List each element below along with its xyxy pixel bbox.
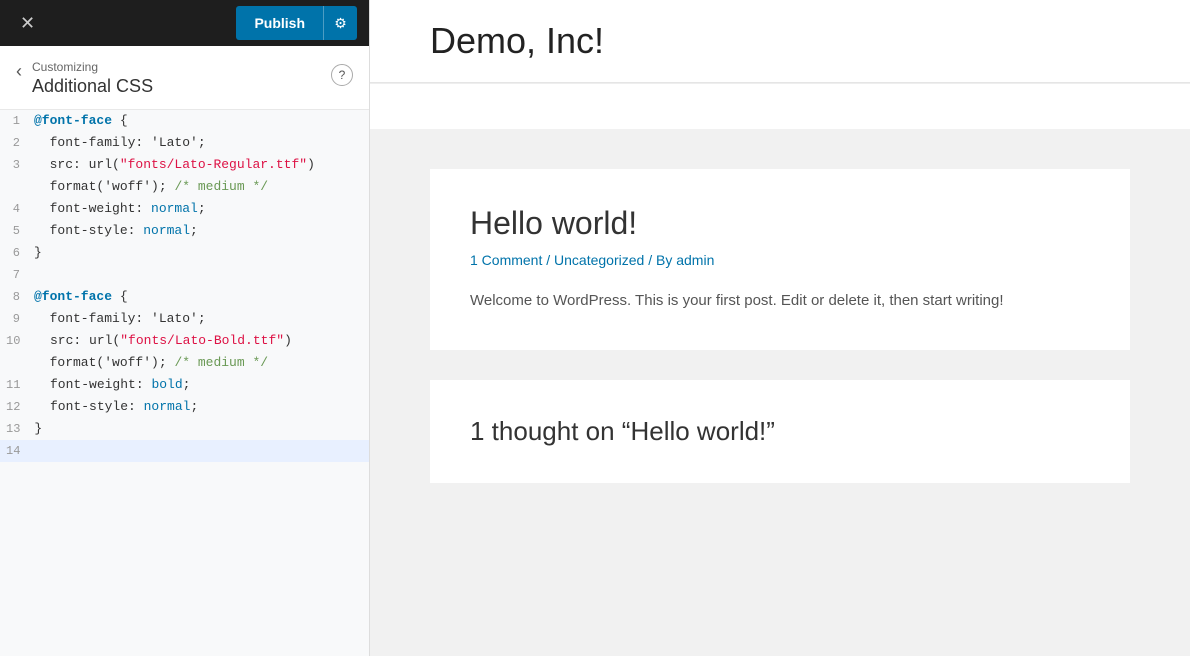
- close-button[interactable]: ✕: [12, 10, 43, 36]
- customizing-label: Customizing: [32, 60, 153, 74]
- code-line: 6 }: [0, 242, 369, 264]
- left-panel: ✕ Publish ⚙ ‹ Customizing Additional CSS…: [0, 0, 370, 656]
- code-line: format('woff'); /* medium */: [0, 352, 369, 374]
- preview-panel: Demo, Inc! Hello world! 1 Comment / Unca…: [370, 0, 1190, 656]
- code-line: 9 font-family: 'Lato';: [0, 308, 369, 330]
- code-line: 5 font-style: normal;: [0, 220, 369, 242]
- post-meta-sep1: /: [542, 252, 554, 268]
- code-line: 13 }: [0, 418, 369, 440]
- code-line: 4 font-weight: normal;: [0, 198, 369, 220]
- code-line-cursor[interactable]: 14: [0, 440, 369, 462]
- site-title: Demo, Inc!: [430, 20, 1130, 62]
- code-line: 8 @font-face {: [0, 286, 369, 308]
- post-meta-sep2: / By: [644, 252, 676, 268]
- post-excerpt: Welcome to WordPress. This is your first…: [470, 288, 1090, 314]
- post-meta-author[interactable]: admin: [676, 252, 714, 268]
- site-header: Demo, Inc!: [370, 0, 1190, 83]
- code-line: 7: [0, 264, 369, 286]
- post-meta-category[interactable]: Uncategorized: [554, 252, 644, 268]
- code-line: format('woff'); /* medium */: [0, 176, 369, 198]
- content-area: Hello world! 1 Comment / Uncategorized /…: [370, 129, 1190, 523]
- code-line: 10 src: url("fonts/Lato-Bold.ttf"): [0, 330, 369, 352]
- header-text: Customizing Additional CSS: [32, 60, 153, 97]
- publish-settings-button[interactable]: ⚙: [323, 6, 357, 40]
- comments-section: 1 thought on “Hello world!”: [430, 380, 1130, 483]
- publish-button[interactable]: Publish: [236, 6, 323, 40]
- code-line: 12 font-style: normal;: [0, 396, 369, 418]
- code-line: 2 font-family: 'Lato';: [0, 132, 369, 154]
- code-editor[interactable]: 1 @font-face { 2 font-family: 'Lato'; 3 …: [0, 110, 369, 656]
- post-meta-comments[interactable]: 1 Comment: [470, 252, 542, 268]
- back-button[interactable]: ‹: [16, 62, 22, 80]
- post-title: Hello world!: [470, 205, 1090, 242]
- publish-area: Publish ⚙: [236, 6, 357, 40]
- site-nav: [370, 83, 1190, 129]
- top-bar: ✕ Publish ⚙: [0, 0, 369, 46]
- post-card: Hello world! 1 Comment / Uncategorized /…: [430, 169, 1130, 350]
- post-meta: 1 Comment / Uncategorized / By admin: [470, 252, 1090, 268]
- help-button[interactable]: ?: [331, 64, 353, 86]
- section-title: Additional CSS: [32, 76, 153, 97]
- code-line: 1 @font-face {: [0, 110, 369, 132]
- gear-icon: ⚙: [334, 15, 347, 32]
- comments-title: 1 thought on “Hello world!”: [470, 416, 1090, 447]
- header-left: ‹ Customizing Additional CSS: [16, 60, 153, 97]
- code-line: 11 font-weight: bold;: [0, 374, 369, 396]
- sidebar-header: ‹ Customizing Additional CSS ?: [0, 46, 369, 110]
- code-line: 3 src: url("fonts/Lato-Regular.ttf"): [0, 154, 369, 176]
